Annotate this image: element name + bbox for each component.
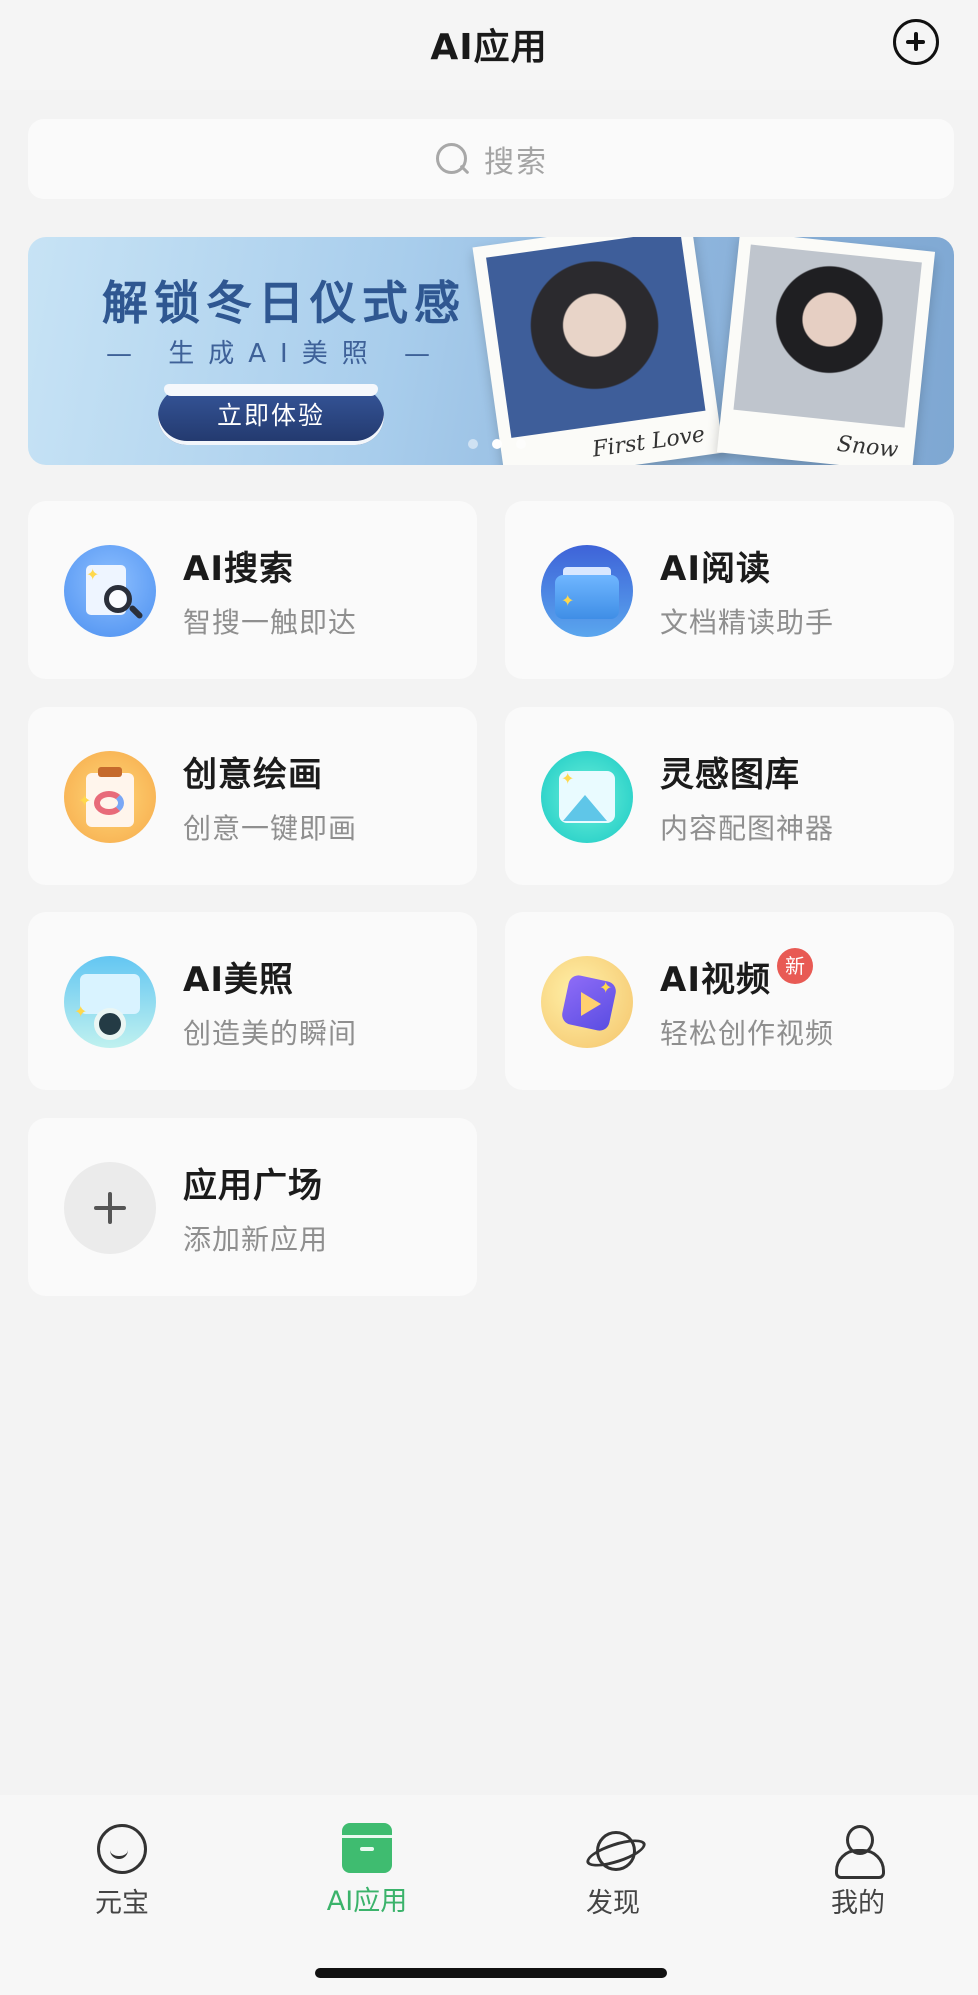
app-card-creative-painting[interactable]: ✦ 创意绘画 创意一键即画 bbox=[28, 707, 477, 885]
home-indicator bbox=[315, 1968, 667, 1978]
app-desc: 创意一键即画 bbox=[183, 812, 358, 845]
ai-video-icon: ✦ bbox=[541, 956, 633, 1048]
ai-search-icon: ✦ bbox=[64, 545, 156, 637]
polaroid-photo-2: Snow bbox=[716, 237, 936, 465]
search-placeholder: 搜索 bbox=[484, 145, 548, 180]
tab-label: 我的 bbox=[831, 1888, 885, 1919]
user-icon bbox=[832, 1823, 885, 1879]
portrait-photo-girl bbox=[486, 237, 706, 438]
tab-label: 发现 bbox=[586, 1888, 640, 1919]
tab-label: 元宝 bbox=[95, 1888, 149, 1919]
chat-bubble-icon bbox=[96, 1823, 148, 1875]
banner-headline: 解锁冬日仪式感 bbox=[102, 276, 466, 330]
app-name: AI视频 bbox=[660, 960, 771, 1000]
app-desc: 添加新应用 bbox=[183, 1223, 329, 1256]
app-card-ai-photo[interactable]: ✦ AI美照 创造美的瞬间 bbox=[28, 912, 477, 1090]
app-card-ai-reading[interactable]: ✦ AI阅读 文档精读助手 bbox=[505, 501, 954, 679]
creative-painting-icon: ✦ bbox=[64, 751, 156, 843]
banner-subline: — 生成AI美照 — bbox=[106, 339, 444, 369]
ai-photo-icon: ✦ bbox=[64, 956, 156, 1048]
app-desc: 智搜一触即达 bbox=[183, 606, 358, 639]
search-icon bbox=[434, 141, 470, 177]
app-card-ai-video[interactable]: ✦ AI视频 新 轻松创作视频 bbox=[505, 912, 954, 1090]
app-desc: 文档精读助手 bbox=[660, 606, 835, 639]
app-name: AI阅读 bbox=[660, 549, 771, 589]
polaroid-caption-1: First Love bbox=[590, 422, 707, 463]
app-name: 应用广场 bbox=[183, 1166, 323, 1206]
carousel-dot[interactable] bbox=[516, 439, 526, 449]
banner-cta-button[interactable]: 立即体验 bbox=[158, 384, 384, 445]
tab-yuanbao[interactable]: 元宝 bbox=[42, 1823, 202, 1920]
search-bar[interactable]: 搜索 bbox=[28, 119, 954, 199]
new-badge: 新 bbox=[777, 948, 813, 984]
app-name: AI搜索 bbox=[183, 549, 294, 589]
app-name: 创意绘画 bbox=[183, 755, 323, 795]
carousel-indicator bbox=[468, 439, 526, 449]
app-card-inspiration-gallery[interactable]: ✦ 灵感图库 内容配图神器 bbox=[505, 707, 954, 885]
add-circle-icon[interactable] bbox=[893, 19, 939, 65]
promo-banner[interactable]: 解锁冬日仪式感 — 生成AI美照 — 立即体验 First Love Snow bbox=[28, 237, 954, 465]
ai-reading-icon: ✦ bbox=[541, 545, 633, 637]
app-name: AI美照 bbox=[183, 960, 294, 1000]
tab-discover[interactable]: 发现 bbox=[533, 1823, 693, 1920]
polaroid-caption-2: Snow bbox=[835, 431, 900, 464]
carousel-dot-active[interactable] bbox=[492, 439, 502, 449]
tab-me[interactable]: 我的 bbox=[778, 1823, 938, 1920]
bottom-tab-bar: 元宝 AI应用 发现 我的 bbox=[0, 1795, 978, 1995]
portrait-photo-boy bbox=[733, 244, 922, 428]
page-title: AI应用 bbox=[430, 27, 548, 68]
carousel-dot[interactable] bbox=[468, 439, 478, 449]
top-bar: AI应用 bbox=[0, 0, 978, 90]
app-card-app-square[interactable]: 应用广场 添加新应用 bbox=[28, 1118, 477, 1296]
planet-icon bbox=[587, 1823, 639, 1875]
tab-label: AI应用 bbox=[326, 1886, 408, 1917]
polaroid-photo-1: First Love bbox=[472, 237, 724, 465]
inspiration-gallery-icon: ✦ bbox=[541, 751, 633, 843]
tab-ai-apps[interactable]: AI应用 bbox=[287, 1823, 447, 1918]
app-desc: 内容配图神器 bbox=[660, 812, 835, 845]
app-name: 灵感图库 bbox=[660, 755, 800, 795]
app-desc: 轻松创作视频 bbox=[660, 1017, 835, 1050]
app-box-icon bbox=[342, 1823, 392, 1873]
app-desc: 创造美的瞬间 bbox=[183, 1017, 358, 1050]
app-card-ai-search[interactable]: ✦ AI搜索 智搜一触即达 bbox=[28, 501, 477, 679]
plus-icon bbox=[64, 1162, 156, 1254]
banner-cta-label: 立即体验 bbox=[216, 401, 325, 430]
